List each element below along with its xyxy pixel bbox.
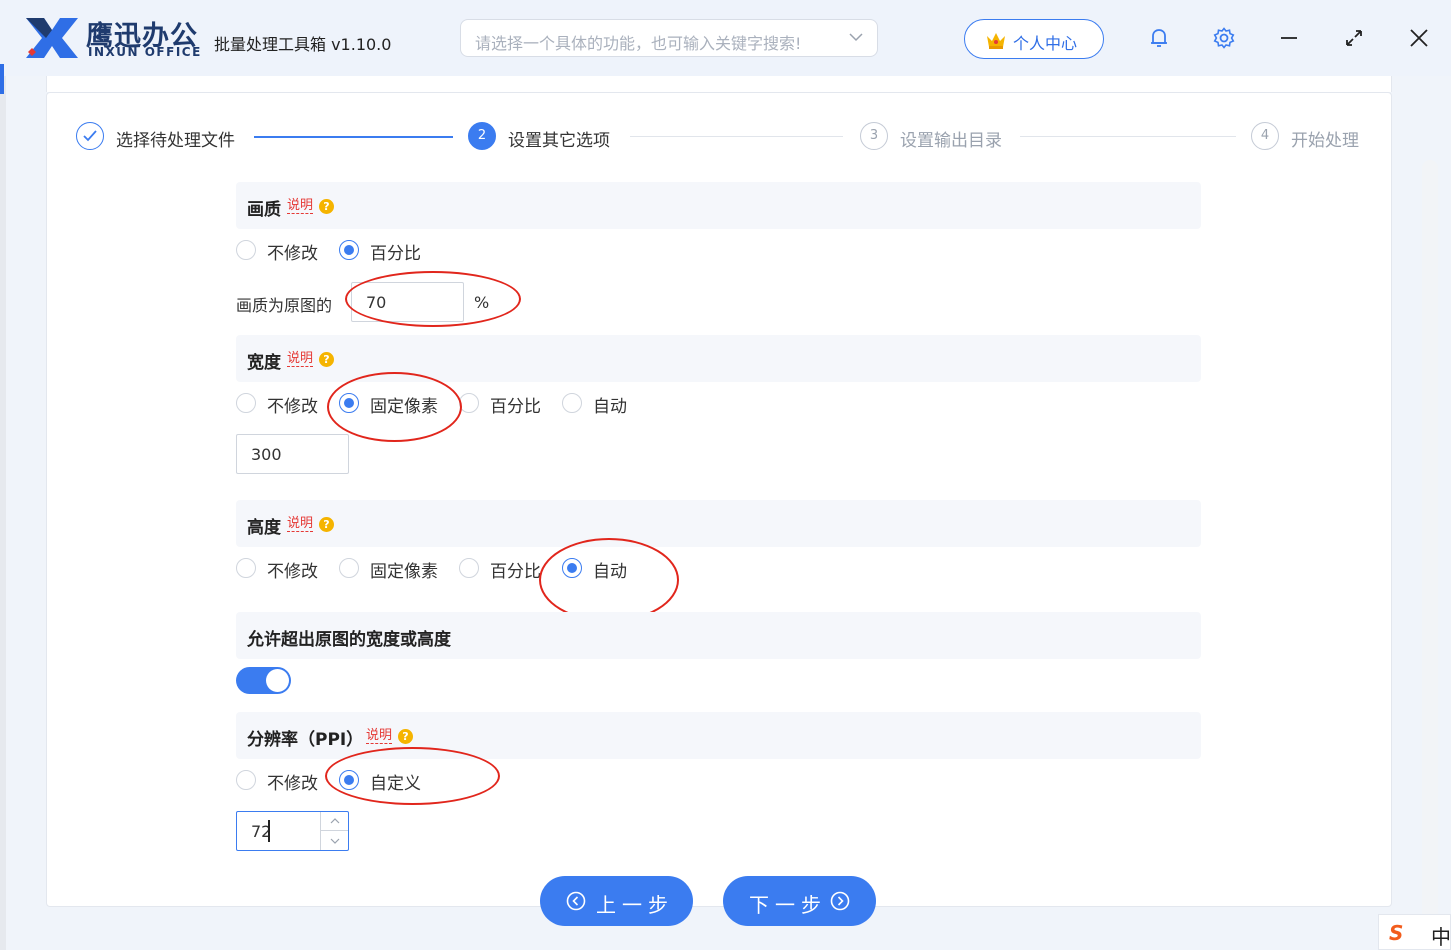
chevron-down-icon[interactable] (849, 29, 863, 45)
minimize-icon[interactable] (1277, 26, 1301, 50)
step-2-number: 2 (468, 122, 496, 150)
next-step-button[interactable]: 下一步 (723, 876, 876, 926)
ime-language: 中 (1431, 925, 1451, 949)
annotation-circle-quality (345, 271, 521, 327)
previous-step-label: 上一步 (596, 893, 674, 917)
crown-icon (987, 33, 1005, 49)
left-edge (0, 76, 6, 950)
annotation-circle-height (539, 538, 679, 622)
width-radio-auto[interactable] (562, 393, 582, 413)
quality-option-unchanged[interactable]: 不修改 (267, 239, 318, 264)
resolution-title: 分辨率（PPI） (247, 730, 364, 750)
help-question-icon[interactable]: ? (319, 517, 334, 532)
step-3-number: 3 (860, 122, 888, 150)
width-radio-unchanged[interactable] (236, 393, 256, 413)
width-help-link[interactable]: 说明 (287, 352, 314, 367)
height-option-fixed[interactable]: 固定像素 (370, 557, 438, 582)
help-question-icon[interactable]: ? (319, 199, 334, 214)
annotation-circle-resolution (325, 747, 500, 805)
height-section-header: 高度 说明 ? (236, 500, 1201, 547)
function-search-input[interactable]: 请选择一个具体的功能，也可输入关键字搜索! (460, 19, 878, 57)
left-edge-marker (0, 64, 4, 94)
user-center-label: 个人中心 (1013, 34, 1078, 53)
help-question-icon[interactable]: ? (398, 729, 413, 744)
text-caret (268, 820, 270, 842)
stepper-down-icon[interactable] (321, 831, 348, 850)
step-4-label: 开始处理 (1291, 131, 1359, 151)
quality-title: 画质 (247, 200, 281, 220)
allow-exceed-section-header: 允许超出原图的宽度或高度 (236, 612, 1201, 659)
quality-radio-unchanged[interactable] (236, 240, 256, 260)
quality-section-header: 画质 说明 ? (236, 182, 1201, 229)
ppi-stepper[interactable] (320, 812, 348, 850)
resolution-help-link[interactable]: 说明 (366, 729, 393, 744)
ime-indicator[interactable]: S 中 (1378, 914, 1451, 950)
panel-top (46, 76, 1392, 92)
width-option-unchanged[interactable]: 不修改 (267, 392, 318, 417)
step-connector-3 (1020, 136, 1236, 137)
title-bar: 鹰迅办公 INXUN OFFICE 批量处理工具箱 v1.10.0 请选择一个具… (0, 0, 1451, 76)
brand-name-en: INXUN OFFICE (88, 45, 202, 59)
previous-step-button[interactable]: 上一步 (540, 876, 693, 926)
inxun-logo-icon (26, 18, 78, 58)
resolution-radio-unchanged[interactable] (236, 770, 256, 790)
height-radio-fixed[interactable] (339, 558, 359, 578)
quality-field-label: 画质为原图的 (236, 296, 333, 315)
step-3-label: 设置输出目录 (900, 131, 1002, 151)
step-4-number: 4 (1251, 122, 1279, 150)
step-1-check-icon (76, 122, 104, 150)
close-icon[interactable] (1407, 26, 1431, 50)
allow-exceed-title: 允许超出原图的宽度或高度 (247, 630, 451, 650)
next-step-label: 下一步 (749, 893, 827, 917)
width-option-percent[interactable]: 百分比 (490, 392, 541, 417)
stepper-up-icon[interactable] (321, 812, 348, 831)
allow-exceed-toggle[interactable] (236, 667, 291, 694)
step-1-label: 选择待处理文件 (116, 131, 235, 151)
height-option-unchanged[interactable]: 不修改 (267, 557, 318, 582)
chevron-left-circle-icon (566, 891, 586, 911)
chevron-right-circle-icon (830, 891, 850, 911)
help-question-icon[interactable]: ? (319, 352, 334, 367)
step-connector-2 (630, 136, 843, 137)
height-radio-percent[interactable] (459, 558, 479, 578)
step-2-label: 设置其它选项 (508, 131, 610, 151)
height-radio-unchanged[interactable] (236, 558, 256, 578)
search-placeholder: 请选择一个具体的功能，也可输入关键字搜索! (475, 34, 802, 53)
width-option-auto[interactable]: 自动 (593, 392, 627, 417)
quality-help-link[interactable]: 说明 (287, 199, 314, 214)
height-help-link[interactable]: 说明 (287, 517, 314, 532)
quality-option-percent[interactable]: 百分比 (370, 239, 421, 264)
scrollbar[interactable] (1422, 160, 1438, 920)
user-center-button[interactable]: 个人中心 (964, 19, 1104, 59)
width-pixels-input[interactable]: 300 (236, 434, 349, 474)
resolution-option-unchanged[interactable]: 不修改 (267, 769, 318, 794)
step-connector-1 (254, 136, 453, 138)
width-title: 宽度 (247, 353, 281, 373)
ime-logo-icon: S (1389, 921, 1404, 945)
height-title: 高度 (247, 518, 281, 538)
width-radio-percent[interactable] (459, 393, 479, 413)
quality-radio-percent[interactable] (339, 240, 359, 260)
annotation-circle-width (327, 372, 462, 442)
bell-icon[interactable] (1147, 26, 1171, 50)
app-title: 批量处理工具箱 v1.10.0 (214, 35, 392, 54)
maximize-icon[interactable] (1342, 26, 1366, 50)
height-option-percent[interactable]: 百分比 (490, 557, 541, 582)
gear-icon[interactable] (1212, 26, 1236, 50)
